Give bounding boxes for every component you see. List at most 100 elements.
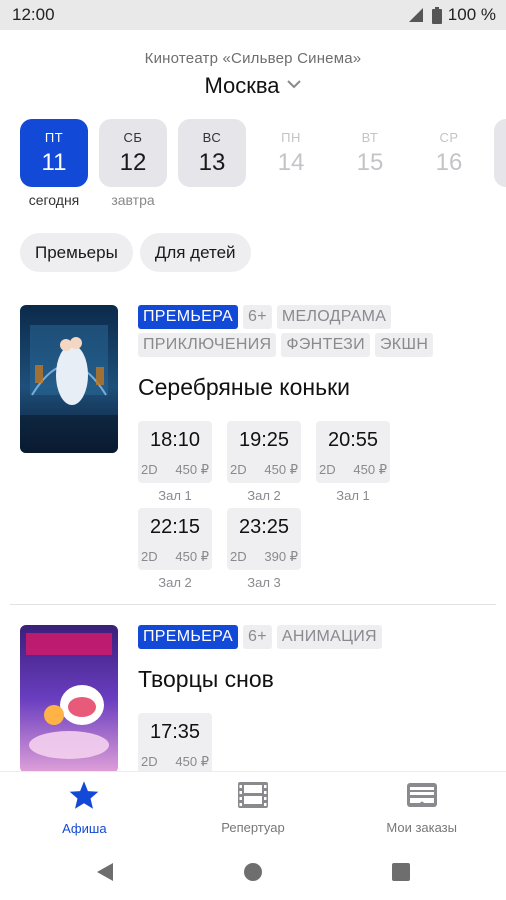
genre-tag: ФЭНТЕЗИ [281,333,370,357]
battery-icon [431,6,442,24]
city-name: Москва [204,73,280,98]
nav-label: Мои заказы [386,819,457,835]
recents-button[interactable] [327,862,475,882]
date-14: ПН 14 [257,119,325,187]
date-13[interactable]: ВС 13 [178,119,246,187]
date-number: 13 [198,148,226,176]
date-weekday: ВТ [361,129,379,145]
session-button[interactable]: 17:35 2D 450 ₽ [138,713,212,775]
age-rating-badge: 6+ [243,305,272,329]
filter-chips: Премьеры Для детей [20,233,251,272]
session-time: 20:55 [327,428,379,451]
session-button[interactable]: 22:15 2D 450 ₽ [138,508,212,570]
movie-title[interactable]: Серебряные коньки [138,374,498,401]
genre-tag: МЕЛОДРАМА [276,305,392,329]
genre-tag: ПРИКЛЮЧЕНИЯ [138,333,277,357]
session-price: 450 ₽ [264,461,298,477]
session-button[interactable]: 20:55 2D 450 ₽ [316,421,390,483]
session-item: 23:25 2D 390 ₽ Зал 3 [227,508,301,595]
date-pill: ВТ 15 [336,119,404,187]
ticket-icon [406,781,438,814]
session-format: 2D [230,548,247,564]
premiere-badge: ПРЕМЬЕРА [138,305,239,329]
session-list: 18:10 2D 450 ₽ Зал 1 19:25 2D 450 ₽ Зал 2 20:55 2… [138,421,408,595]
nav-repertoire[interactable]: Репертуар [169,772,338,843]
session-meta: 2D 450 ₽ [141,549,209,565]
home-button[interactable] [179,862,327,882]
date-number: 14 [277,148,305,176]
movie-info: ПРЕМЬЕРА 6+ МЕЛОДРАМА ПРИКЛЮЧЕНИЯ ФЭНТЕЗИ ЭКШ… [138,305,498,595]
session-time: 23:25 [238,515,290,538]
session-time: 19:25 [238,428,290,451]
battery-percent: 100 % [447,5,496,24]
date-weekday: ПТ [44,129,64,145]
session-format: 2D [141,461,158,477]
city-selector[interactable]: Москва [0,73,506,99]
date-15: ВТ 15 [336,119,404,187]
session-format: 2D [141,548,158,564]
nav-my-orders[interactable]: Мои заказы [337,772,506,843]
session-hall: Зал 2 [158,575,192,590]
session-price: 450 ₽ [175,753,209,769]
date-weekday: СБ [123,129,143,145]
session-price: 450 ₽ [175,461,209,477]
session-item: 20:55 2D 450 ₽ Зал 1 [316,421,390,508]
session-item: 18:10 2D 450 ₽ Зал 1 [138,421,212,508]
date-pill: ПН 14 [257,119,325,187]
date-caption: завтра [111,192,155,208]
session-price: 450 ₽ [175,548,209,564]
status-bar: 12:00 100 % [0,0,506,30]
session-meta: 2D 450 ₽ [141,462,209,478]
date-weekday: СР [439,129,459,145]
session-price: 450 ₽ [353,461,387,477]
session-format: 2D [319,461,336,477]
star-icon [68,780,100,815]
filter-chip[interactable]: Премьеры [20,233,133,272]
nav-label: Репертуар [221,819,285,835]
movie-title[interactable]: Творцы снов [138,666,498,693]
age-rating-badge: 6+ [243,625,272,649]
date-next-partial[interactable] [494,119,506,187]
date-picker: ПТ 11 сегодня СБ 12 завтра ВС 13 ПН 14 ВТ 15 СР 16 [20,119,506,214]
date-12[interactable]: СБ 12 завтра [99,119,167,208]
session-item: 22:15 2D 450 ₽ Зал 2 [138,508,212,595]
movie-poster[interactable] [20,625,118,773]
session-format: 2D [230,461,247,477]
movie-poster[interactable] [20,305,118,453]
date-pill [494,119,506,187]
nav-afisha[interactable]: Афиша [0,772,169,843]
cinema-name: Кинотеатр «Сильвер Синема» [144,50,362,67]
bottom-navigation: Афиша Репертуар Мои заказы [0,771,506,843]
session-time: 22:15 [149,515,201,538]
date-number: 15 [356,148,384,176]
system-navigation [0,843,506,900]
session-hall: Зал 1 [336,488,370,503]
genre-tag: АНИМАЦИЯ [276,625,382,649]
date-16: СР 16 [415,119,483,187]
session-meta: 2D 450 ₽ [319,462,387,478]
date-11[interactable]: ПТ 11 сегодня [20,119,88,208]
movie-tags: ПРЕМЬЕРА 6+ МЕЛОДРАМА ПРИКЛЮЧЕНИЯ ФЭНТЕЗИ ЭКШ… [138,305,498,357]
session-time: 17:35 [149,720,201,743]
movie-tags: ПРЕМЬЕРА 6+ АНИМАЦИЯ [138,625,498,649]
date-caption: сегодня [28,192,80,208]
date-number: 12 [119,148,147,176]
date-pill: ПТ 11 [20,119,88,187]
session-hall: Зал 3 [247,575,281,590]
divider [10,604,496,605]
session-button[interactable]: 19:25 2D 450 ₽ [227,421,301,483]
chevron-down-icon [286,77,302,95]
date-number: 16 [435,148,463,176]
status-time: 12:00 [12,5,55,24]
back-button[interactable] [31,861,179,883]
date-pill: ВС 13 [178,119,246,187]
session-meta: 2D 450 ₽ [230,462,298,478]
date-pill: СР 16 [415,119,483,187]
session-hall: Зал 2 [247,488,281,503]
date-weekday: ВС [202,129,222,145]
session-button[interactable]: 18:10 2D 450 ₽ [138,421,212,483]
filter-chip[interactable]: Для детей [139,233,251,272]
film-icon [237,781,269,814]
session-item: 19:25 2D 450 ₽ Зал 2 [227,421,301,508]
session-button[interactable]: 23:25 2D 390 ₽ [227,508,301,570]
